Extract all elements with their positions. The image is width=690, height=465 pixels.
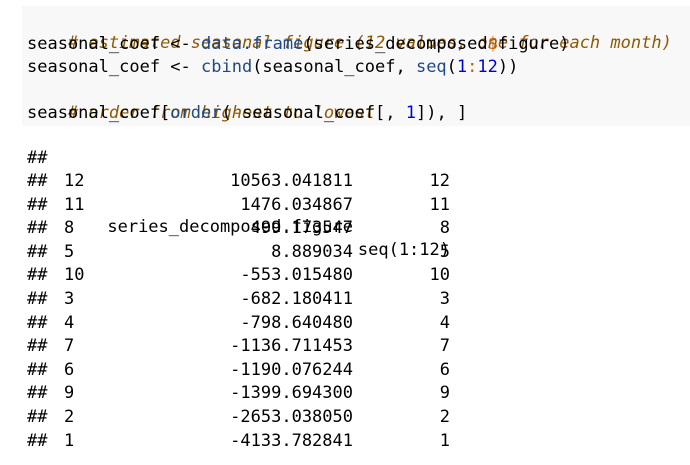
code-number: 1 [456, 57, 468, 77]
output-header: ## series_decomposed.figure seq(1:12) [27, 147, 451, 260]
output-fig-column: 10563.041811 [27, 170, 353, 193]
output-fig-column: -4133.782841 [27, 430, 353, 453]
output-row: ## 6 -1190.076244 6 [27, 359, 451, 382]
code-text: ]), ] [416, 103, 468, 123]
code-operator: - [231, 103, 242, 123]
output-seq-column: 4 [353, 312, 450, 335]
output-seq-column: 12 [353, 170, 450, 193]
output-fig-column: -682.180411 [27, 288, 353, 311]
code-text: seasonal_coef <- [27, 57, 201, 77]
code-text: seasonal_coef[ [27, 103, 171, 123]
output-figure-value: 1476.034867 [240, 195, 353, 215]
output-figure-value: -4133.782841 [230, 431, 353, 451]
output-figure-value: 8.889034 [271, 242, 353, 262]
code-line-3: seasonal_coef <- cbind(seasonal_coef, se… [27, 56, 518, 79]
code-line-4: # order from highest to lowest [27, 79, 375, 123]
output-seq-column: 6 [353, 359, 450, 382]
output-fig-column: -1136.711453 [27, 335, 353, 358]
output-seq-value: 1 [439, 431, 450, 451]
output-seq-value: 9 [439, 383, 450, 403]
output-figure-value: 499.173547 [250, 218, 353, 238]
output-figure-value: -2653.038050 [230, 407, 353, 427]
code-text: seasonal_coef[, [241, 103, 406, 123]
code-line-2: seasonal_coef <- data.frame(series_decom… [27, 33, 570, 56]
output-seq-value: 3 [439, 289, 450, 309]
output-row: ## 8 499.173547 8 [27, 217, 451, 240]
output-seq-column: 2 [353, 406, 450, 429]
output-row: ## 4 -798.640480 4 [27, 312, 451, 335]
output-seq-value: 2 [439, 407, 450, 427]
output-figure-value: 10563.041811 [230, 171, 353, 191]
output-fig-column: 1476.034867 [27, 194, 353, 217]
code-operator: $ [487, 34, 498, 54]
output-seq-value: 11 [429, 195, 450, 215]
output-row: ## 2 -2653.038050 2 [27, 406, 451, 429]
code-line-1: # estimated seasonal figure (12 values, … [27, 9, 672, 53]
code-text: figure) [497, 34, 570, 54]
output-seq-column: 5 [353, 241, 450, 264]
output-seq-value: 5 [439, 242, 450, 262]
output-seq-value: 12 [429, 171, 450, 191]
code-function: order [170, 103, 222, 123]
code-text: ( [446, 57, 457, 77]
code-text: (series_decomposed [303, 34, 488, 54]
code-function: data.frame [201, 34, 304, 54]
output-row: ## 9 -1399.694300 9 [27, 382, 451, 405]
code-line-5: seasonal_coef[order(-seasonal_coef[, 1])… [27, 102, 467, 125]
output-prefix: ## [27, 148, 48, 168]
code-number: 1 [405, 103, 416, 123]
output-seq-column: 3 [353, 288, 450, 311]
code-function: cbind [201, 57, 253, 77]
output-figure-value: -682.180411 [240, 289, 353, 309]
code-operator: : [467, 57, 478, 77]
output-seq-value: 10 [429, 265, 450, 285]
document-page: # estimated seasonal figure (12 values, … [0, 0, 690, 465]
output-row: ## 7 -1136.711453 7 [27, 335, 451, 358]
output-seq-value: 6 [439, 360, 450, 380]
code-text: seasonal_coef <- [27, 34, 201, 54]
output-seq-column: 9 [353, 382, 450, 405]
output-fig-column: -1399.694300 [27, 382, 353, 405]
output-row: ## 3 -682.180411 3 [27, 288, 451, 311]
code-number: 12 [477, 57, 498, 77]
output-seq-value: 8 [439, 218, 450, 238]
output-seq-column: 10 [353, 264, 450, 287]
code-text: ( [221, 103, 232, 123]
output-seq-column: 8 [353, 217, 450, 240]
output-seq-value: 7 [439, 336, 450, 356]
output-figure-value: -553.015480 [240, 265, 353, 285]
output-seq-column: 7 [353, 335, 450, 358]
output-seq-value: 4 [439, 313, 450, 333]
output-seq-column: 11 [353, 194, 450, 217]
output-fig-column: -2653.038050 [27, 406, 353, 429]
output-fig-column: 8.889034 [27, 241, 353, 264]
output-row: ## 5 8.889034 5 [27, 241, 451, 264]
output-fig-column: 499.173547 [27, 217, 353, 240]
output-row: ## 10 -553.015480 10 [27, 264, 451, 287]
output-row: ## 1 -4133.782841 1 [27, 430, 451, 453]
output-row: ## 11 1476.034867 11 [27, 194, 451, 217]
output-seq-column: 1 [353, 430, 450, 453]
output-fig-column: -553.015480 [27, 264, 353, 287]
code-text: )) [497, 57, 519, 77]
output-fig-column: -798.640480 [27, 312, 353, 335]
output-fig-column: -1190.076244 [27, 359, 353, 382]
output-row: ## 12 10563.041811 12 [27, 170, 451, 193]
output-figure-value: -1136.711453 [230, 336, 353, 356]
code-function: seq [415, 57, 447, 77]
output-figure-value: -798.640480 [240, 313, 353, 333]
code-text: (seasonal_coef, [252, 57, 416, 77]
output-figure-value: -1399.694300 [230, 383, 353, 403]
output-figure-value: -1190.076244 [230, 360, 353, 380]
